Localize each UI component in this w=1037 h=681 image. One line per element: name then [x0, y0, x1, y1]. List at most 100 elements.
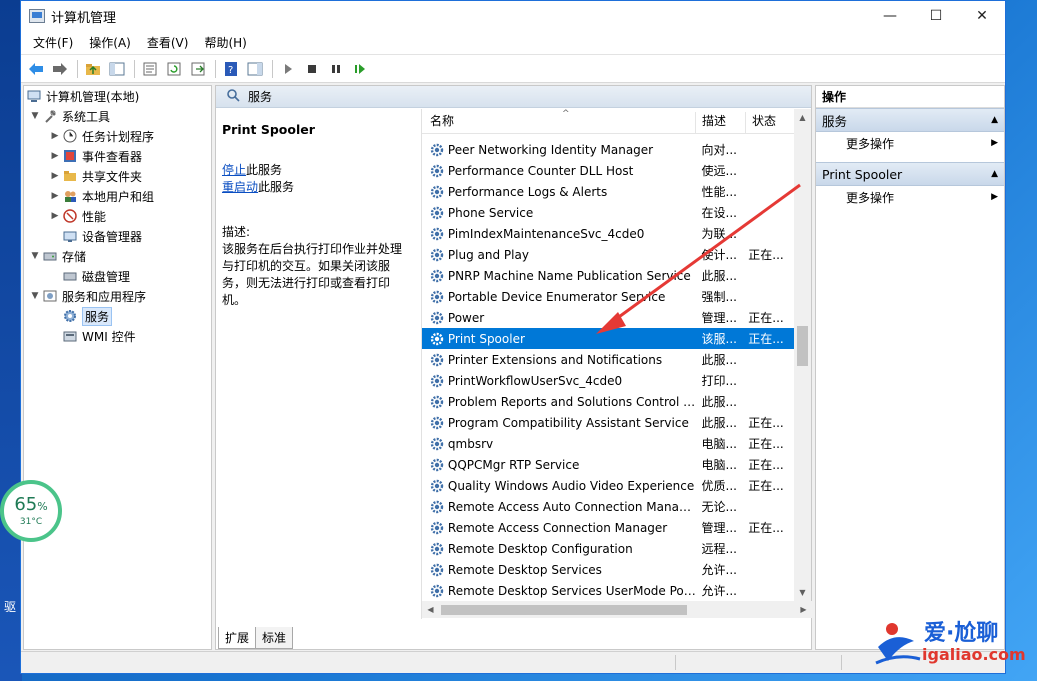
table-row[interactable]: Quality Windows Audio Video Experience 优质… [422, 475, 794, 496]
table-row[interactable]: Performance Logs & Alerts 性能... [422, 181, 794, 202]
more-actions-print-spooler[interactable]: 更多操作 ▶ [816, 186, 1004, 208]
more-actions-services[interactable]: 更多操作 ▶ [816, 132, 1004, 154]
close-button[interactable]: ✕ [959, 1, 1005, 31]
table-row[interactable]: Power 管理... 正在... [422, 307, 794, 328]
chevron-right-icon[interactable]: ▶ [48, 211, 62, 221]
chevron-right-icon[interactable]: ▶ [48, 131, 62, 141]
stop-service-link[interactable]: 停止 [222, 163, 246, 177]
scroll-down-icon[interactable]: ▼ [794, 584, 811, 601]
table-row[interactable]: Phone Service 在设... [422, 202, 794, 223]
service-description: 此服... [701, 269, 737, 283]
restart-service-link[interactable]: 重启动 [222, 180, 258, 194]
stop-service-icon[interactable] [301, 58, 323, 80]
chevron-down-icon[interactable]: ▼ [28, 111, 42, 121]
chevron-right-icon[interactable]: ▶ [48, 171, 62, 181]
scroll-right-icon[interactable]: ▶ [795, 605, 812, 614]
table-row[interactable]: PimIndexMaintenanceSvc_4cde0 为联... [422, 223, 794, 244]
actions-pane: 操作 服务 ▲ 更多操作 ▶ Print Spooler ▲ 更多操作 ▶ [815, 85, 1005, 650]
chevron-down-icon[interactable]: ▼ [28, 251, 42, 261]
column-header-description[interactable]: 描述 [695, 112, 745, 133]
tree-item-system-tools[interactable]: ▼ 系统工具 [24, 106, 211, 126]
tree-item-shared-folders[interactable]: ▶ 共享文件夹 [24, 166, 211, 186]
tree-item-storage[interactable]: ▼ 存储 [24, 246, 211, 266]
table-row[interactable]: Peer Networking Identity Manager 向对... [422, 139, 794, 160]
description-label: 描述: [222, 225, 251, 239]
column-header-name[interactable]: 名称 [422, 112, 695, 133]
tree-item-event-viewer[interactable]: ▶ 事件查看器 [24, 146, 211, 166]
tree-item-performance[interactable]: ▶ 性能 [24, 206, 211, 226]
table-row[interactable]: QQPCMgr RTP Service 电脑... 正在... [422, 454, 794, 475]
title-bar[interactable]: 计算机管理 — ☐ ✕ [21, 1, 1005, 31]
refresh-icon[interactable] [163, 58, 185, 80]
table-row[interactable]: Remote Desktop Services UserMode Por... 允… [422, 580, 794, 601]
table-row[interactable]: Plug and Play 使计... 正在... [422, 244, 794, 265]
chevron-right-icon[interactable]: ▶ [48, 191, 62, 201]
vertical-scrollbar[interactable]: ▲ ▼ [794, 109, 811, 601]
table-row[interactable]: Remote Access Auto Connection Manager 无论.… [422, 496, 794, 517]
tree-item-disk-management[interactable]: 磁盘管理 [24, 266, 211, 286]
table-row[interactable]: Program Compatibility Assistant Service 此… [422, 412, 794, 433]
collapse-icon[interactable]: ▲ [991, 115, 998, 125]
tree-item-local-users[interactable]: ▶ 本地用户和组 [24, 186, 211, 206]
show-hide-action-pane-icon[interactable] [244, 58, 266, 80]
properties-icon[interactable] [139, 58, 161, 80]
actions-section-print-spooler[interactable]: Print Spooler ▲ [816, 162, 1004, 186]
up-folder-icon[interactable] [82, 58, 104, 80]
tree-item-root[interactable]: 计算机管理(本地) [24, 86, 211, 106]
table-row[interactable]: Remote Desktop Configuration 远程... [422, 538, 794, 559]
actions-section-services[interactable]: 服务 ▲ [816, 108, 1004, 132]
table-row[interactable]: qmbsrv 电脑... 正在... [422, 433, 794, 454]
menu-help[interactable]: 帮助(H) [198, 34, 252, 51]
table-row[interactable]: Printer Extensions and Notifications 此服..… [422, 349, 794, 370]
chevron-right-icon[interactable]: ▶ [48, 151, 62, 161]
tree-item-services-apps[interactable]: ▼ 服务和应用程序 [24, 286, 211, 306]
export-list-icon[interactable] [187, 58, 209, 80]
table-row[interactable]: Performance Counter DLL Host 使远... [422, 160, 794, 181]
column-header-status[interactable]: 状态 [745, 112, 793, 133]
chevron-right-icon: ▶ [991, 138, 998, 148]
menu-view[interactable]: 查看(V) [141, 34, 195, 51]
gear-icon [429, 205, 445, 221]
menu-action[interactable]: 操作(A) [83, 34, 137, 51]
back-icon[interactable] [25, 58, 47, 80]
table-row[interactable]: PNRP Machine Name Publication Service 此服.… [422, 265, 794, 286]
table-row[interactable]: Portable Device Enumerator Service 强制... [422, 286, 794, 307]
horizontal-scroll-thumb[interactable] [441, 604, 687, 615]
service-description: 使计... [701, 248, 737, 262]
gear-icon [429, 247, 445, 263]
tab-extended[interactable]: 扩展 [218, 627, 257, 649]
tree-label-event-viewer: 事件查看器 [82, 149, 143, 164]
table-row[interactable]: Print Spooler 该服... 正在... [422, 328, 794, 349]
watermark: 爱·尬聊 igaliao.com [874, 615, 1034, 675]
start-service-icon[interactable] [277, 58, 299, 80]
collapse-icon[interactable]: ▲ [991, 169, 998, 179]
menu-file[interactable]: 文件(F) [27, 34, 79, 51]
tree-label-disk-management: 磁盘管理 [82, 269, 131, 284]
restart-service-icon[interactable] [349, 58, 371, 80]
tree-label-shared-folders: 共享文件夹 [82, 169, 143, 184]
scroll-left-icon[interactable]: ◀ [422, 605, 439, 614]
tree-item-services[interactable]: 服务 [24, 306, 211, 326]
help-icon[interactable]: ? [220, 58, 242, 80]
horizontal-scrollbar[interactable]: ◀ ▶ [422, 601, 812, 618]
forward-icon[interactable] [49, 58, 71, 80]
clock-icon [62, 129, 78, 143]
pause-service-icon[interactable] [325, 58, 347, 80]
chevron-down-icon[interactable]: ▼ [28, 291, 42, 301]
table-row[interactable]: Problem Reports and Solutions Control P.… [422, 391, 794, 412]
vertical-scroll-thumb[interactable] [797, 326, 808, 366]
table-row[interactable]: Remote Access Connection Manager 管理... 正在.… [422, 517, 794, 538]
tree-label-system-tools: 系统工具 [62, 109, 111, 124]
tree-item-device-manager[interactable]: 设备管理器 [24, 226, 211, 246]
tools-icon [42, 109, 58, 123]
minimize-button[interactable]: — [867, 1, 913, 31]
maximize-button[interactable]: ☐ [913, 1, 959, 31]
show-hide-tree-icon[interactable] [106, 58, 128, 80]
tree-item-task-scheduler[interactable]: ▶ 任务计划程序 [24, 126, 211, 146]
table-row[interactable]: PrintWorkflowUserSvc_4cde0 打印... [422, 370, 794, 391]
tree-item-wmi[interactable]: WMI 控件 [24, 326, 211, 346]
tab-standard[interactable]: 标准 [255, 627, 294, 649]
table-row[interactable]: Remote Desktop Services 允许... [422, 559, 794, 580]
cpu-usage-gauge[interactable]: 65% 31°C [0, 480, 62, 542]
scroll-up-icon[interactable]: ▲ [794, 109, 811, 126]
